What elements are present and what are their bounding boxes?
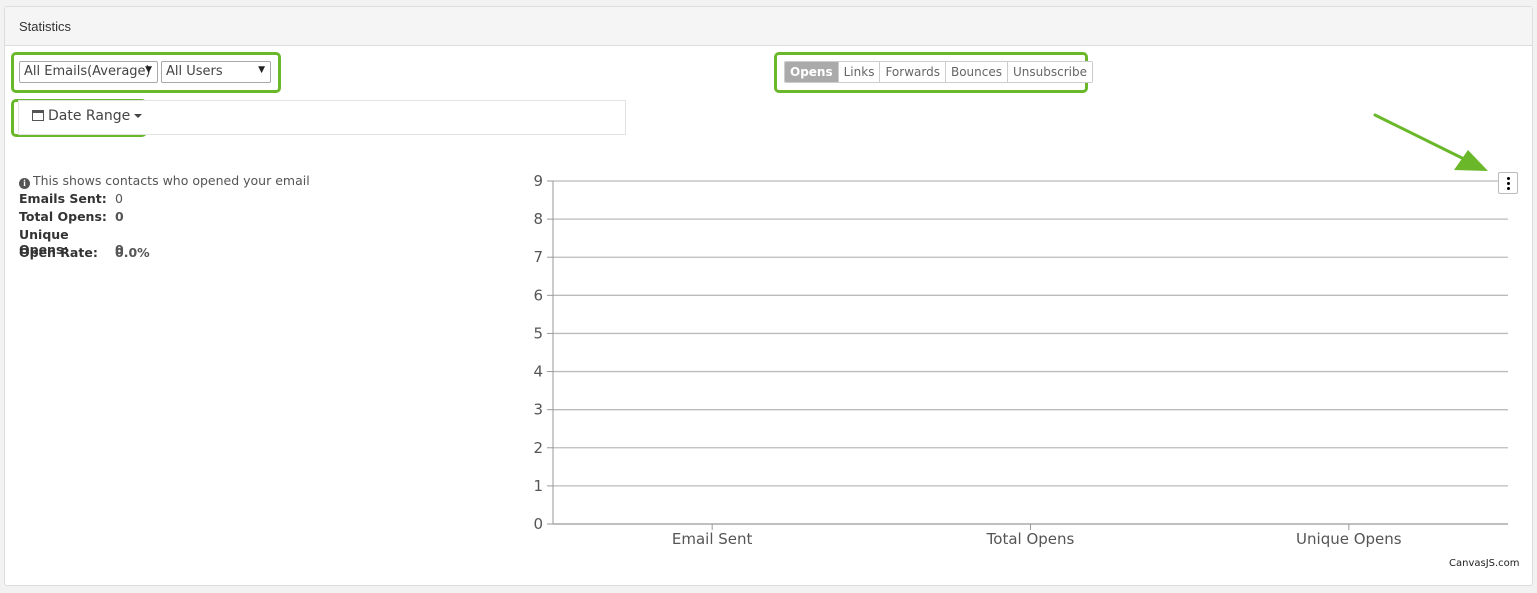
chevron-down-icon: ▼ (145, 65, 152, 75)
tab-opens[interactable]: Opens (785, 62, 838, 82)
stat-open-rate: Open Rate: 0.0% (19, 245, 150, 260)
y-tick-label: 4 (533, 363, 543, 381)
stat-label: Emails Sent: (19, 191, 107, 206)
stat-value: 0.0% (115, 245, 150, 260)
stat-label: Total Opens: (19, 209, 107, 224)
y-tick-label: 6 (533, 286, 543, 304)
user-select[interactable]: All Users ▼ (161, 61, 271, 83)
tab-bounces[interactable]: Bounces (944, 62, 1007, 82)
tab-forwards[interactable]: Forwards (879, 62, 945, 82)
chart-credit: CanvasJS.com (1449, 558, 1520, 569)
dot (1507, 187, 1510, 190)
dot (1507, 182, 1510, 185)
y-tick-label: 5 (533, 324, 543, 342)
info-description: This shows contacts who opened your emai… (33, 173, 310, 188)
date-range-label: Date Range (48, 108, 131, 124)
y-tick-label: 8 (533, 210, 543, 228)
info-icon: i (19, 178, 30, 189)
annotation-arrow-icon (1373, 113, 1488, 171)
x-tick-label: Unique Opens (1296, 530, 1402, 548)
chart-menu-button[interactable] (1498, 172, 1518, 194)
caret-down-icon (134, 114, 143, 118)
y-tick-label: 1 (533, 477, 543, 495)
user-select-value: All Users (166, 64, 223, 79)
date-range-button[interactable]: Date Range (32, 108, 143, 124)
panel-title: Statistics (5, 7, 1532, 46)
calendar-icon (32, 110, 44, 121)
y-tick-label: 3 (533, 401, 543, 419)
stat-value: 0 (115, 191, 123, 206)
stat-emails-sent: Emails Sent: 0 (19, 191, 123, 206)
dot (1507, 177, 1510, 180)
bar-chart: 0 1 2 3 4 5 6 7 8 9 Email Sent Total Opens Unique Op… (533, 172, 1508, 548)
email-select-value: All Emails(Average) (24, 64, 151, 79)
y-tick-label: 0 (533, 515, 543, 533)
y-tick-label: 9 (533, 172, 543, 190)
stat-total-opens: Total Opens: 0 (19, 209, 124, 224)
email-select[interactable]: All Emails(Average) ▼ (19, 61, 158, 83)
x-tick-label: Email Sent (672, 530, 753, 548)
y-tick-label: 7 (533, 248, 543, 266)
stats-tabs: Opens Links Forwards Bounces Unsubscribe (784, 61, 1093, 83)
tab-unsubscribe[interactable]: Unsubscribe (1007, 62, 1092, 82)
x-tick-label: Total Opens (986, 530, 1075, 548)
tab-links[interactable]: Links (837, 62, 880, 82)
info-text: i This shows contacts who opened your ema… (19, 173, 310, 189)
chevron-down-icon: ▼ (258, 65, 265, 75)
y-tick-label: 2 (533, 439, 543, 457)
stat-value: 0 (115, 209, 124, 224)
stat-label: Open Rate: (19, 245, 98, 260)
